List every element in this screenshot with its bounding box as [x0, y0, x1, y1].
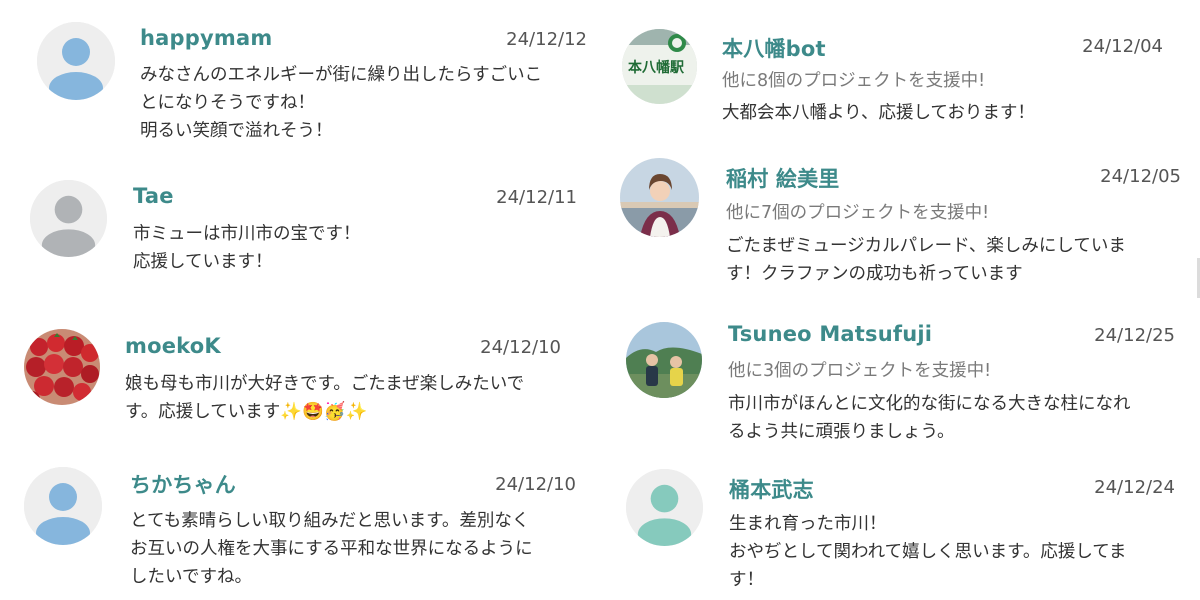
- comment-item: moekoK 24/12/10 娘も母も市川が大好きです。ごたまぜ楽しみたいで …: [0, 320, 600, 440]
- comment-item: Tsuneo Matsufuji 24/12/25 他に3個のプロジェクトを支援…: [600, 310, 1200, 450]
- comment-text: とても素晴らしい取り組みだと思います。差別なく お互いの人権を大事にする平和な世…: [130, 511, 533, 587]
- comment-text: ごたまぜミュージカルパレード、楽しみにしていま す！クラファンの成功も祈っていま…: [726, 236, 1126, 284]
- supporter-count[interactable]: 他に7個のプロジェクトを支援中!: [726, 199, 989, 224]
- avatar[interactable]: [37, 22, 115, 100]
- comment-date: 24/12/04: [1082, 36, 1163, 57]
- commenter-name[interactable]: Tae: [133, 184, 174, 208]
- commenter-name[interactable]: moekoK: [125, 334, 221, 358]
- avatar[interactable]: 本八幡駅: [622, 29, 697, 104]
- comment-text: 市川市がほんとに文化的な街になる大きな柱になれ るよう共に頑張りましょう。: [728, 394, 1131, 442]
- comment-item: ちかちゃん 24/12/10 とても素晴らしい取り組みだと思います。差別なく お…: [0, 455, 600, 600]
- commenter-name[interactable]: 桶本武志: [729, 474, 814, 504]
- station-sign-text: 本八幡駅: [628, 60, 684, 76]
- supporter-count[interactable]: 他に3個のプロジェクトを支援中!: [728, 357, 991, 382]
- commenter-name[interactable]: ちかちゃん: [130, 469, 236, 499]
- default-user-blue-icon: [24, 467, 102, 545]
- avatar[interactable]: [626, 322, 702, 398]
- avatar[interactable]: [30, 180, 107, 257]
- default-user-teal-icon: [626, 469, 703, 546]
- person-portrait-photo: [620, 158, 699, 237]
- commenter-name[interactable]: Tsuneo Matsufuji: [728, 322, 932, 346]
- comment-date: 24/12/12: [506, 29, 587, 50]
- supporter-count[interactable]: 他に8個のプロジェクトを支援中!: [722, 67, 985, 92]
- comment-item: Tae 24/12/11 市ミューは市川市の宝です！ 応援しています！: [0, 170, 600, 290]
- comment-text: 娘も母も市川が大好きです。ごたまぜ楽しみたいで す。応援しています✨🤩🥳✨: [125, 374, 525, 422]
- commenter-name[interactable]: happymam: [140, 26, 272, 50]
- comment-date: 24/12/24: [1094, 477, 1175, 498]
- comment-text: 大都会本八幡より、応援しております！: [722, 103, 1035, 123]
- avatar[interactable]: [24, 467, 102, 545]
- avatar[interactable]: [24, 329, 100, 405]
- outdoor-people-photo: [626, 322, 702, 398]
- comment-text: 生まれ育った市川！ おやぢとして関われて嬉しく思います。応援してま す！: [729, 514, 1127, 590]
- comment-date: 24/12/10: [495, 474, 576, 495]
- comment-item: 稲村 絵美里 24/12/05 他に7個のプロジェクトを支援中! ごたまぜミュー…: [600, 150, 1200, 290]
- comment-item: 本八幡駅 本八幡bot 24/12/04 他に8個のプロジェクトを支援中! 大都…: [600, 0, 1200, 140]
- comment-text: 市ミューは市川市の宝です！ 応援しています！: [133, 224, 361, 272]
- comment-item: 桶本武志 24/12/24 生まれ育った市川！ おやぢとして関われて嬉しく思いま…: [600, 455, 1200, 600]
- comment-date: 24/12/05: [1100, 166, 1181, 187]
- comment-date: 24/12/25: [1094, 325, 1175, 346]
- comment-item: happymam 24/12/12 みなさんのエネルギーが街に繰り出したらすごい…: [0, 0, 600, 150]
- comment-date: 24/12/11: [496, 187, 577, 208]
- comment-text: みなさんのエネルギーが街に繰り出したらすごいこ とになりそうですね！ 明るい笑顔…: [140, 65, 543, 141]
- commenter-name[interactable]: 稲村 絵美里: [726, 163, 840, 193]
- commenter-name[interactable]: 本八幡bot: [722, 33, 826, 63]
- strawberry-photo: [24, 329, 100, 405]
- comment-date: 24/12/10: [480, 337, 561, 358]
- default-user-blue-icon: [37, 22, 115, 100]
- avatar[interactable]: [626, 469, 703, 546]
- default-user-gray-icon: [30, 180, 107, 257]
- avatar[interactable]: [620, 158, 699, 237]
